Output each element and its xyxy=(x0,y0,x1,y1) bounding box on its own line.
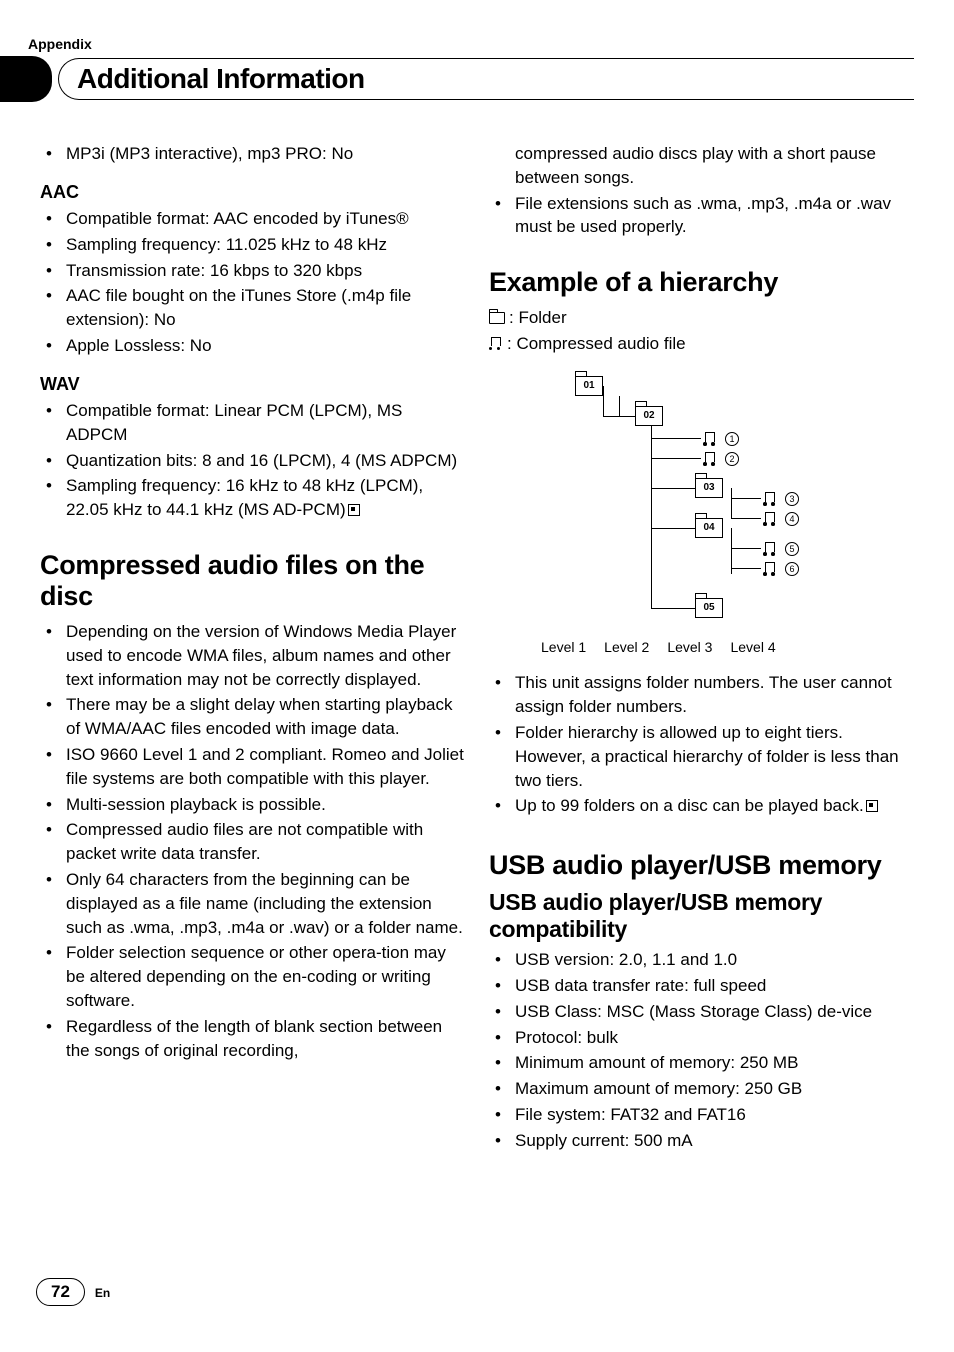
folder-02: 02 xyxy=(635,406,663,426)
top-right-list: File extensions such as .wma, .mp3, .m4a… xyxy=(489,192,914,240)
continuation-text: compressed audio discs play with a short… xyxy=(489,142,914,190)
left-column: MP3i (MP3 interactive), mp3 PRO: No AAC … xyxy=(40,142,465,1155)
music-icon xyxy=(489,337,503,351)
compressed-list: Depending on the version of Windows Medi… xyxy=(40,620,465,1062)
wav-list: Compatible format: Linear PCM (LPCM), MS… xyxy=(40,399,465,522)
file-3-badge: 3 xyxy=(785,492,799,506)
level-label: Level 1 xyxy=(541,638,586,658)
list-item: USB data transfer rate: full speed xyxy=(489,974,914,998)
language-label: En xyxy=(95,1286,110,1300)
wav-heading: WAV xyxy=(40,372,465,397)
list-item: Regardless of the length of blank sectio… xyxy=(40,1015,465,1063)
list-item: Maximum amount of memory: 250 GB xyxy=(489,1077,914,1101)
music-file-icon xyxy=(703,432,717,446)
hierarchy-notes-list: This unit assigns folder numbers. The us… xyxy=(489,671,914,818)
music-file-icon xyxy=(763,492,777,506)
list-item: Quantization bits: 8 and 16 (LPCM), 4 (M… xyxy=(40,449,465,473)
list-item: Multi-session playback is possible. xyxy=(40,793,465,817)
list-item: Depending on the version of Windows Medi… xyxy=(40,620,465,691)
list-item: USB version: 2.0, 1.1 and 1.0 xyxy=(489,948,914,972)
usb-list: USB version: 2.0, 1.1 and 1.0 USB data t… xyxy=(489,948,914,1152)
page-title: Additional Information xyxy=(77,63,914,95)
page-number: 72 xyxy=(36,1278,85,1306)
file-5-badge: 5 xyxy=(785,542,799,556)
list-item: MP3i (MP3 interactive), mp3 PRO: No xyxy=(40,142,465,166)
top-list: MP3i (MP3 interactive), mp3 PRO: No xyxy=(40,142,465,166)
level-label: Level 3 xyxy=(667,638,712,658)
legend-file-row: : Compressed audio file xyxy=(489,332,914,356)
page-number-badge: 72 En xyxy=(36,1278,110,1306)
file-2-badge: 2 xyxy=(725,452,739,466)
list-item: Compatible format: Linear PCM (LPCM), MS… xyxy=(40,399,465,447)
list-item: This unit assigns folder numbers. The us… xyxy=(489,671,914,719)
content-columns: MP3i (MP3 interactive), mp3 PRO: No AAC … xyxy=(40,142,914,1155)
folder-03: 03 xyxy=(695,478,723,498)
music-file-icon xyxy=(763,562,777,576)
list-item: There may be a slight delay when startin… xyxy=(40,693,465,741)
list-item: Up to 99 folders on a disc can be played… xyxy=(489,794,914,818)
levels-row: Level 1 Level 2 Level 3 Level 4 xyxy=(541,638,914,658)
level-label: Level 4 xyxy=(730,638,775,658)
legend-folder-label: : Folder xyxy=(509,306,567,330)
music-file-icon xyxy=(763,542,777,556)
folder-04: 04 xyxy=(695,518,723,538)
header: Additional Information xyxy=(40,56,914,102)
compressed-heading: Compressed audio files on the disc xyxy=(40,550,465,612)
list-item: Folder hierarchy is allowed up to eight … xyxy=(489,721,914,792)
list-item: ISO 9660 Level 1 and 2 compliant. Romeo … xyxy=(40,743,465,791)
end-icon xyxy=(348,504,360,516)
list-item: Protocol: bulk xyxy=(489,1026,914,1050)
right-column: compressed audio discs play with a short… xyxy=(489,142,914,1155)
folder-icon xyxy=(489,312,505,324)
folder-05: 05 xyxy=(695,598,723,618)
file-4-badge: 4 xyxy=(785,512,799,526)
end-icon xyxy=(866,800,878,812)
file-6-badge: 6 xyxy=(785,562,799,576)
usb-heading: USB audio player/USB memory xyxy=(489,850,914,881)
list-item: Compressed audio files are not compatibl… xyxy=(40,818,465,866)
music-file-icon xyxy=(703,452,717,466)
list-item: Compatible format: AAC encoded by iTunes… xyxy=(40,207,465,231)
hierarchy-diagram: 01 02 03 04 05 1 xyxy=(535,370,835,630)
list-item: USB Class: MSC (Mass Storage Class) de-v… xyxy=(489,1000,914,1024)
list-item: File extensions such as .wma, .mp3, .m4a… xyxy=(489,192,914,240)
level-label: Level 2 xyxy=(604,638,649,658)
aac-list: Compatible format: AAC encoded by iTunes… xyxy=(40,207,465,358)
legend-folder-row: : Folder xyxy=(489,306,914,330)
list-item: Sampling frequency: 11.025 kHz to 48 kHz xyxy=(40,233,465,257)
usb-sub-heading: USB audio player/USB memory compatibilit… xyxy=(489,889,914,942)
section-label: Appendix xyxy=(28,36,914,52)
list-item: File system: FAT32 and FAT16 xyxy=(489,1103,914,1127)
music-file-icon xyxy=(763,512,777,526)
list-item: Minimum amount of memory: 250 MB xyxy=(489,1051,914,1075)
list-item: Apple Lossless: No xyxy=(40,334,465,358)
legend-file-label: : Compressed audio file xyxy=(507,332,686,356)
list-item: Folder selection sequence or other opera… xyxy=(40,941,465,1012)
folder-01: 01 xyxy=(575,376,603,396)
list-item: Only 64 characters from the beginning ca… xyxy=(40,868,465,939)
list-item-text: Sampling frequency: 16 kHz to 48 kHz (LP… xyxy=(66,476,423,519)
list-item: Supply current: 500 mA xyxy=(489,1129,914,1153)
list-item: Sampling frequency: 16 kHz to 48 kHz (LP… xyxy=(40,474,465,522)
list-item: AAC file bought on the iTunes Store (.m4… xyxy=(40,284,465,332)
file-1-badge: 1 xyxy=(725,432,739,446)
hierarchy-heading: Example of a hierarchy xyxy=(489,267,914,298)
list-item: Transmission rate: 16 kbps to 320 kbps xyxy=(40,259,465,283)
header-tab xyxy=(0,56,52,102)
header-pill: Additional Information xyxy=(58,58,914,100)
list-item-text: Up to 99 folders on a disc can be played… xyxy=(515,796,864,815)
aac-heading: AAC xyxy=(40,180,465,205)
